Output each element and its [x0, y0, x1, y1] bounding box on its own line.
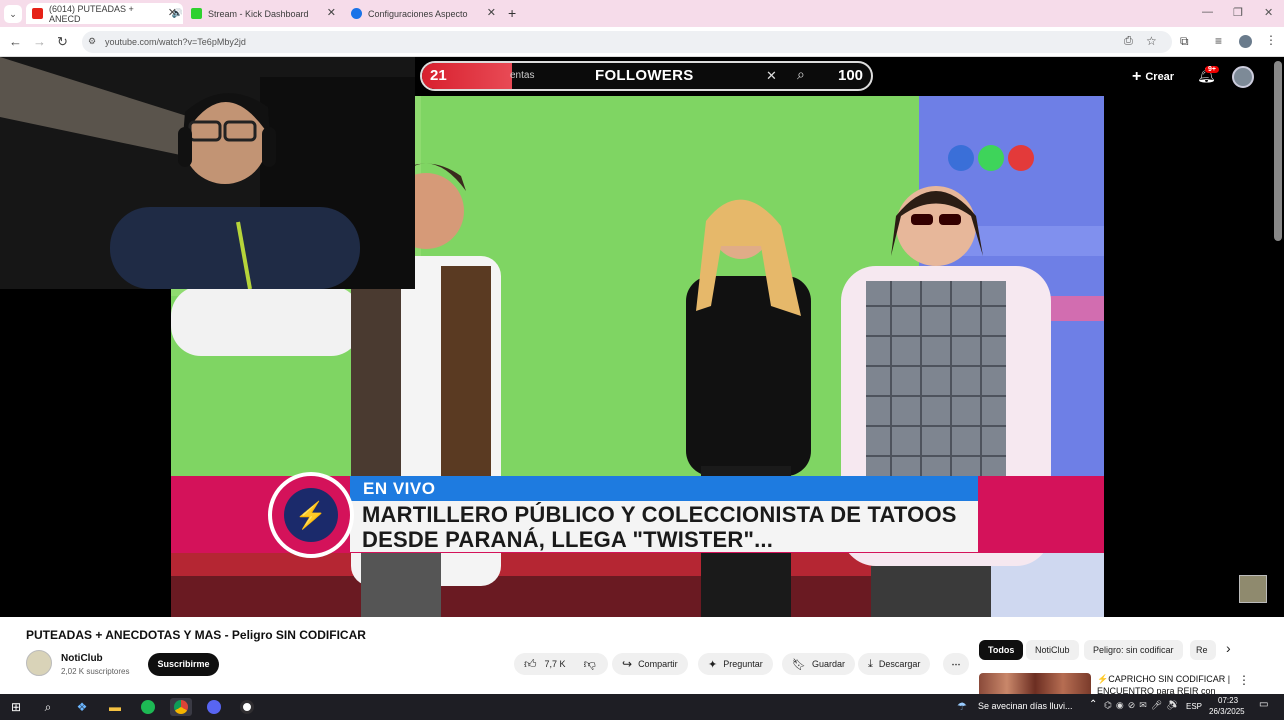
tab-settings-appearance[interactable]: Configuraciones Aspecto ✕	[345, 3, 502, 24]
overlay-search-icon: ⌕	[797, 66, 805, 82]
notification-badge: 9+	[1205, 66, 1219, 73]
chip-all[interactable]: Todos	[979, 640, 1024, 660]
thumbnail-faces	[979, 673, 1091, 694]
minimize-icon[interactable]: —	[1202, 6, 1213, 18]
clock-time[interactable]: 07:23	[1218, 696, 1238, 705]
subscriber-count: 2,02 K suscriptores	[61, 667, 130, 676]
screen: { "browser": { "tabs": [ {"label": "(601…	[0, 0, 1284, 720]
like-count: 7,7 K	[544, 659, 566, 669]
tab-label: (6014) PUTEADAS + ANECD	[49, 3, 134, 24]
overlay-close-icon: ✕	[766, 68, 777, 83]
webcam-overlay	[0, 57, 415, 289]
language-indicator[interactable]: ESP	[1186, 702, 1202, 711]
en-vivo-bar	[350, 476, 978, 501]
video-title: PUTEADAS + ANECDOTAS Y MAS - Peligro SIN…	[26, 628, 366, 642]
chip-partial[interactable]: Re	[1190, 640, 1216, 660]
back-icon[interactable]: ←	[9, 35, 22, 49]
like-button[interactable]: 👍︎ 7,7 K 👎︎	[514, 653, 608, 675]
close-window-icon[interactable]: ✕	[1264, 6, 1273, 19]
tray-chevron-icon[interactable]: ⌃	[1089, 699, 1097, 710]
tab-label: Configuraciones Aspecto	[368, 8, 468, 19]
en-vivo-label: EN VIVO	[363, 479, 436, 498]
webcam-frame	[0, 57, 415, 289]
save-button[interactable]: 🔖︎ Guardar	[782, 653, 855, 675]
url-text: youtube.com/watch?v=Te6pMby2jd	[105, 37, 246, 47]
lightning-icon: ⚡	[284, 488, 338, 542]
recommended-title-1[interactable]: ⚡CAPRICHO SIN CODIFICAR |	[1097, 674, 1230, 685]
sparkle-icon: ✦	[708, 658, 718, 671]
save-label: Guardar	[811, 659, 845, 669]
recommended-title-2[interactable]: ENCUENTRO para REIR con	[1097, 686, 1216, 694]
ask-button[interactable]: ✦ Preguntar	[698, 653, 773, 675]
gear-icon	[351, 8, 362, 19]
tab-label: Stream - Kick Dashboard	[208, 8, 309, 19]
youtube-favicon-icon	[32, 8, 43, 19]
install-app-icon[interactable]: ⎙	[1124, 35, 1133, 48]
create-button[interactable]: + Crear	[1132, 68, 1174, 86]
site-info-icon[interactable]: ⚙	[88, 36, 96, 47]
close-tab-icon[interactable]: ✕	[487, 6, 496, 19]
ask-label: Preguntar	[723, 659, 763, 669]
profile-avatar[interactable]	[1239, 35, 1252, 48]
forward-icon[interactable]: →	[33, 35, 46, 49]
thumbs-down-icon[interactable]: 👎︎	[584, 657, 596, 672]
close-tab-icon[interactable]: ✕	[327, 6, 336, 19]
subscribe-button[interactable]: Suscribirme	[148, 653, 219, 676]
share-label: Compartir	[638, 659, 678, 669]
page-scrollbar[interactable]	[1274, 61, 1282, 241]
chrome-profile-icon[interactable]	[205, 698, 223, 716]
reload-icon[interactable]: ↻	[57, 35, 68, 49]
chrome-icon[interactable]	[170, 698, 192, 716]
thumbs-up-icon: 👍︎	[524, 656, 537, 671]
media-controls-icon[interactable]: ≡	[1215, 34, 1222, 48]
share-icon: ↪	[622, 657, 633, 671]
overlay-partial-text: entas	[510, 70, 535, 81]
weather-icon[interactable]: ☂	[957, 700, 967, 713]
tab-kick-dashboard[interactable]: Stream - Kick Dashboard ✕	[185, 3, 342, 24]
start-windows-icon[interactable]: ⊞	[7, 698, 25, 716]
maximize-icon[interactable]: ❐	[1233, 6, 1243, 19]
search-icon[interactable]: ⌕	[39, 698, 57, 716]
download-button[interactable]: ⤓ Descargar	[858, 653, 931, 675]
followers-current: 21	[430, 67, 447, 84]
recommended-menu-icon[interactable]: ⋮	[1238, 673, 1250, 687]
share-button[interactable]: ↪ Compartir	[612, 653, 688, 675]
new-tab-icon[interactable]: +	[508, 5, 516, 21]
tray-icons[interactable]: ⌬◉⊘✉🎤︎🔉︎	[1104, 700, 1182, 711]
extensions-icon[interactable]: ⧉	[1180, 34, 1189, 49]
peligro-logo: ⚡	[268, 472, 354, 558]
channel-avatar[interactable]	[26, 650, 52, 676]
close-tab-icon[interactable]: ✕	[168, 6, 177, 19]
chip-channel[interactable]: NotiClub	[1026, 640, 1079, 660]
recommended-thumbnail[interactable]	[979, 673, 1091, 694]
account-avatar[interactable]	[1232, 66, 1254, 88]
followers-goal: 100	[838, 67, 864, 84]
followers-label: FOLLOWERS	[595, 67, 694, 84]
clock-date[interactable]: 26/3/2025	[1209, 707, 1245, 716]
chips-next-chevron-icon[interactable]: ›	[1226, 640, 1231, 656]
headline-line-2: DESDE PARANÁ, LLEGA "TWISTER"...	[362, 527, 774, 552]
kick-favicon-icon	[191, 8, 202, 19]
download-icon: ⤓	[868, 657, 873, 670]
channel-name[interactable]: NotiClub	[61, 653, 103, 664]
spotify-icon[interactable]	[139, 698, 157, 716]
tab-youtube[interactable]: (6014) PUTEADAS + ANECD 🔊 ✕	[26, 3, 183, 24]
tab-search-button[interactable]: ⌄	[4, 5, 22, 23]
bookmark-star-icon[interactable]: ☆	[1146, 34, 1157, 48]
create-label: Crear	[1145, 71, 1175, 83]
copilot-icon[interactable]: ❖	[73, 698, 91, 716]
file-explorer-icon[interactable]: ▬	[106, 698, 124, 716]
plus-icon: +	[1132, 68, 1142, 85]
bookmark-icon: 🔖︎	[792, 658, 806, 671]
obs-icon[interactable]	[238, 698, 256, 716]
more-actions-button[interactable]: ⋯	[943, 653, 969, 675]
weather-text[interactable]: Se avecinan días lluvi...	[978, 701, 1073, 711]
browser-menu-icon[interactable]: ⋮	[1265, 33, 1277, 47]
headline-line-1: MARTILLERO PÚBLICO Y COLECCIONISTA DE TA…	[362, 502, 957, 527]
chip-related[interactable]: Peligro: sin codificar	[1084, 640, 1183, 660]
download-label: Descargar	[878, 659, 921, 669]
notification-center-icon[interactable]: ▭	[1259, 699, 1268, 710]
channel-watermark[interactable]	[1239, 575, 1267, 603]
